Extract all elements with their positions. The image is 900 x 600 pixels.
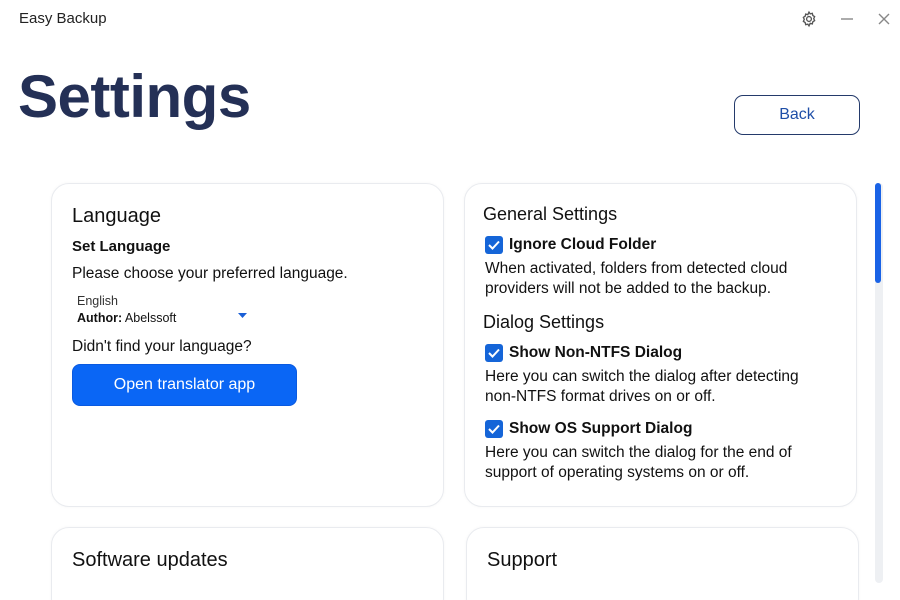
support-card: Support	[466, 527, 859, 600]
checkbox[interactable]	[485, 420, 503, 438]
language-prompt: Please choose your preferred language.	[72, 265, 348, 282]
os-support-desc-2: support of operating systems on or off.	[485, 464, 750, 481]
os-support-toggle[interactable]: Show OS Support Dialog	[485, 420, 692, 438]
language-dropdown[interactable]: English Author: Abelssoft	[77, 294, 252, 328]
title-bar: Easy Backup	[0, 0, 900, 38]
minimize-icon[interactable]	[837, 9, 857, 29]
chevron-down-icon	[238, 306, 247, 324]
ignore-cloud-desc-2: providers will not be added to the backu…	[485, 280, 772, 297]
non-ntfs-desc-1: Here you can switch the dialog after det…	[485, 368, 799, 385]
scrollbar-thumb[interactable]	[875, 183, 881, 283]
author-value: Abelssoft	[124, 311, 177, 325]
checkbox[interactable]	[485, 344, 503, 362]
dialog-settings-heading: Dialog Settings	[483, 312, 605, 332]
non-ntfs-desc-2: non-NTFS format drives on or off.	[485, 388, 716, 405]
general-settings-card: General Settings Ignore Cloud Folder Whe…	[464, 183, 857, 507]
set-language-subheading: Set Language	[72, 238, 171, 255]
open-translator-button[interactable]: Open translator app	[72, 364, 297, 406]
checkbox[interactable]	[485, 236, 503, 254]
ignore-cloud-toggle[interactable]: Ignore Cloud Folder	[485, 236, 656, 254]
selected-language: English	[77, 294, 118, 308]
author-label: Author:	[77, 311, 123, 325]
gear-icon[interactable]	[799, 9, 819, 29]
ignore-cloud-label: Ignore Cloud Folder	[509, 236, 657, 253]
app-title: Easy Backup	[19, 10, 107, 27]
software-updates-heading: Software updates	[72, 549, 228, 571]
os-support-desc-1: Here you can switch the dialog for the e…	[485, 444, 792, 461]
software-updates-card: Software updates	[51, 527, 444, 600]
os-support-label: Show OS Support Dialog	[509, 420, 693, 437]
language-not-found: Didn't find your language?	[72, 338, 252, 355]
non-ntfs-label: Show Non-NTFS Dialog	[509, 344, 683, 361]
back-button[interactable]: Back	[734, 95, 860, 135]
language-author: Author: Abelssoft	[77, 311, 176, 325]
general-settings-heading: General Settings	[483, 204, 618, 224]
support-heading: Support	[487, 549, 558, 571]
language-card: Language Set Language Please choose your…	[51, 183, 444, 507]
non-ntfs-toggle[interactable]: Show Non-NTFS Dialog	[485, 344, 682, 362]
ignore-cloud-desc-1: When activated, folders from detected cl…	[485, 260, 788, 277]
language-heading: Language	[72, 205, 161, 227]
close-icon[interactable]	[874, 9, 894, 29]
page-title: Settings	[18, 63, 251, 130]
